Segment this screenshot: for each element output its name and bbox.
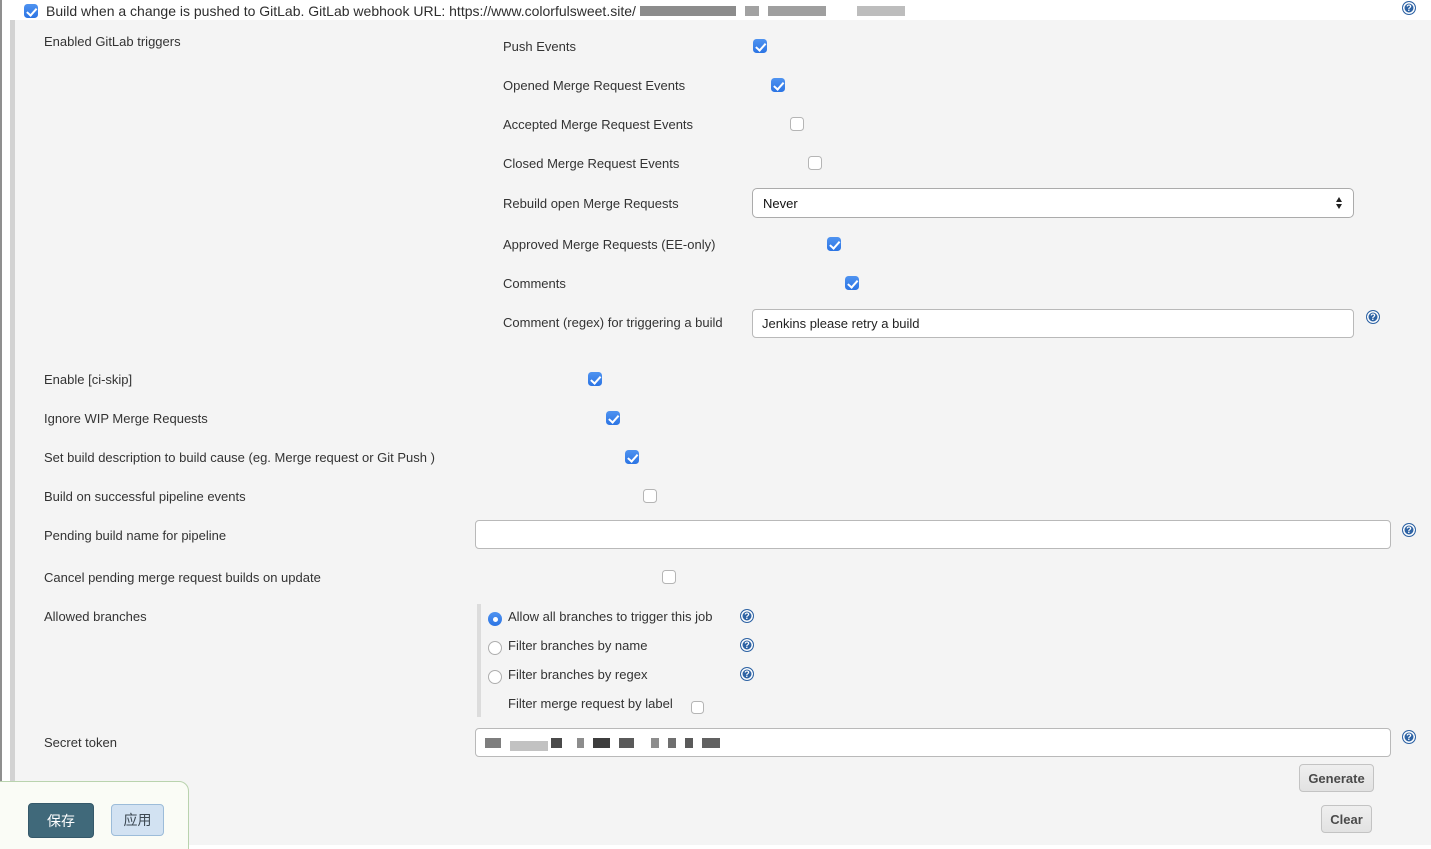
cancel-pending-checkbox[interactable] <box>662 570 676 584</box>
filter-branches-by-regex-label: Filter branches by regex <box>508 667 647 682</box>
filter-branches-by-regex-radio[interactable] <box>488 670 502 684</box>
allowed-branches-indent-bar <box>477 604 481 717</box>
build-desc-checkbox[interactable] <box>625 450 639 464</box>
comments-checkbox[interactable] <box>845 276 859 290</box>
help-icon[interactable]: ? <box>740 638 754 652</box>
pipeline-events-label: Build on successful pipeline events <box>44 489 246 504</box>
closed-mr-label: Closed Merge Request Events <box>503 156 679 171</box>
apply-button[interactable]: 应用 <box>111 804 164 836</box>
section-background <box>15 20 1431 845</box>
ci-skip-checkbox[interactable] <box>588 372 602 386</box>
generate-button[interactable]: Generate <box>1299 764 1374 792</box>
help-icon[interactable]: ? <box>1402 1 1416 15</box>
save-button[interactable]: 保存 <box>28 803 94 838</box>
accepted-mr-label: Accepted Merge Request Events <box>503 117 693 132</box>
pipeline-events-checkbox[interactable] <box>643 489 657 503</box>
build-when-pushed-row: Build when a change is pushed to GitLab.… <box>24 2 905 19</box>
section-indent-bar <box>10 20 15 845</box>
comments-label: Comments <box>503 276 566 291</box>
approved-mr-label: Approved Merge Requests (EE-only) <box>503 237 715 252</box>
help-icon[interactable]: ? <box>740 667 754 681</box>
pending-build-name-input[interactable] <box>475 520 1391 549</box>
push-events-checkbox[interactable] <box>753 39 767 53</box>
window-left-edge <box>0 0 2 849</box>
opened-mr-label: Opened Merge Request Events <box>503 78 685 93</box>
filter-branches-by-name-radio[interactable] <box>488 641 502 655</box>
secret-token-input[interactable] <box>475 728 1391 757</box>
redacted-webhook-url <box>640 6 905 16</box>
build-desc-label: Set build description to build cause (eg… <box>44 450 435 465</box>
build-when-pushed-checkbox[interactable] <box>24 4 38 18</box>
rebuild-open-mr-select[interactable]: Never <box>752 188 1354 218</box>
accepted-mr-checkbox[interactable] <box>790 117 804 131</box>
rebuild-open-mr-value: Never <box>763 196 798 211</box>
pending-build-name-label: Pending build name for pipeline <box>44 528 226 543</box>
filter-mr-by-label-label: Filter merge request by label <box>508 696 673 711</box>
opened-mr-checkbox[interactable] <box>771 78 785 92</box>
allow-all-branches-label: Allow all branches to trigger this job <box>508 609 713 624</box>
ci-skip-label: Enable [ci-skip] <box>44 372 132 387</box>
allow-all-branches-radio[interactable] <box>488 612 502 626</box>
push-events-label: Push Events <box>503 39 576 54</box>
help-icon[interactable]: ? <box>1402 523 1416 537</box>
build-when-pushed-label: Build when a change is pushed to GitLab.… <box>46 3 636 19</box>
save-panel: 保存 应用 <box>0 781 189 849</box>
filter-mr-by-label-checkbox[interactable] <box>691 701 704 714</box>
comment-regex-input[interactable] <box>752 309 1354 338</box>
redacted-secret-token <box>485 735 720 751</box>
select-updown-arrows-icon <box>1336 197 1342 209</box>
rebuild-open-mr-label: Rebuild open Merge Requests <box>503 196 679 211</box>
cancel-pending-label: Cancel pending merge request builds on u… <box>44 570 321 585</box>
filter-branches-by-name-label: Filter branches by name <box>508 638 647 653</box>
comment-regex-label: Comment (regex) for triggering a build <box>503 315 723 330</box>
ignore-wip-checkbox[interactable] <box>606 411 620 425</box>
allowed-branches-label: Allowed branches <box>44 609 147 624</box>
clear-button[interactable]: Clear <box>1321 805 1372 833</box>
help-icon[interactable]: ? <box>1402 730 1416 744</box>
ignore-wip-label: Ignore WIP Merge Requests <box>44 411 208 426</box>
help-icon[interactable]: ? <box>1366 310 1380 324</box>
help-icon[interactable]: ? <box>740 609 754 623</box>
secret-token-label: Secret token <box>44 735 117 750</box>
enabled-triggers-label: Enabled GitLab triggers <box>44 34 181 49</box>
closed-mr-checkbox[interactable] <box>808 156 822 170</box>
approved-mr-checkbox[interactable] <box>827 237 841 251</box>
